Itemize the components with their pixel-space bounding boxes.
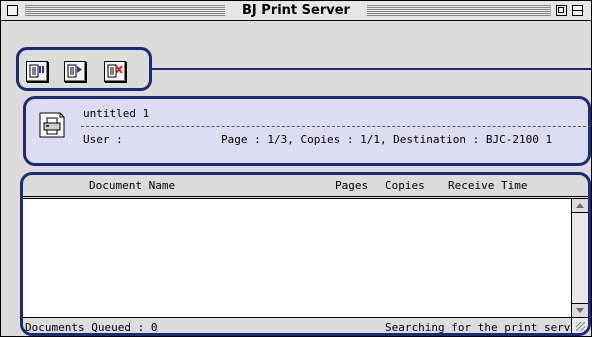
header-divider	[23, 196, 588, 197]
vertical-scrollbar[interactable]	[572, 199, 588, 317]
column-header-document-name[interactable]: Document Name	[89, 179, 175, 193]
collapse-box-icon[interactable]	[572, 5, 583, 16]
resume-job-button[interactable]	[64, 61, 86, 82]
status-bar: Documents Queued : 0 Searching for the p…	[23, 317, 588, 334]
window-title: BJ Print Server	[229, 2, 363, 19]
title-bar-stripes-left	[25, 5, 225, 16]
title-bar-stripes-right	[367, 5, 551, 16]
documents-queued-status: Documents Queued : 0	[25, 321, 158, 334]
close-box-icon[interactable]	[7, 5, 18, 16]
pause-job-icon	[29, 64, 44, 78]
delete-job-icon	[107, 64, 123, 78]
title-bar[interactable]: BJ Print Server	[1, 1, 591, 21]
resume-job-icon	[67, 64, 82, 78]
column-header-pages[interactable]: Pages	[335, 179, 368, 193]
printer-document-icon	[39, 112, 65, 138]
delete-job-button[interactable]	[104, 61, 126, 82]
toolbar-annotation-line	[151, 68, 591, 70]
current-job-detail: Page : 1/3, Copies : 1/1, Destination : …	[221, 133, 553, 146]
scroll-up-arrow-icon[interactable]	[572, 199, 588, 213]
zoom-box-icon[interactable]	[556, 5, 567, 16]
queue-panel: Document Name Pages Copies Receive Time …	[20, 172, 591, 336]
current-job-name: untitled 1	[83, 107, 150, 120]
search-status: Searching for the print server	[385, 321, 584, 334]
column-header-copies[interactable]: Copies	[385, 179, 425, 193]
column-header-receive-time[interactable]: Receive Time	[448, 179, 527, 193]
current-job-panel: untitled 1 User : Page : 1/3, Copies : 1…	[23, 96, 591, 166]
queue-list[interactable]	[23, 199, 572, 317]
pause-job-button[interactable]	[26, 61, 48, 82]
scroll-down-arrow-icon[interactable]	[572, 303, 588, 317]
current-job-user: User :	[83, 133, 123, 146]
resize-grip-icon[interactable]	[572, 318, 588, 333]
print-server-window: BJ Print Server untitled 1 User: Page:…	[0, 0, 592, 337]
job-divider	[81, 126, 591, 127]
